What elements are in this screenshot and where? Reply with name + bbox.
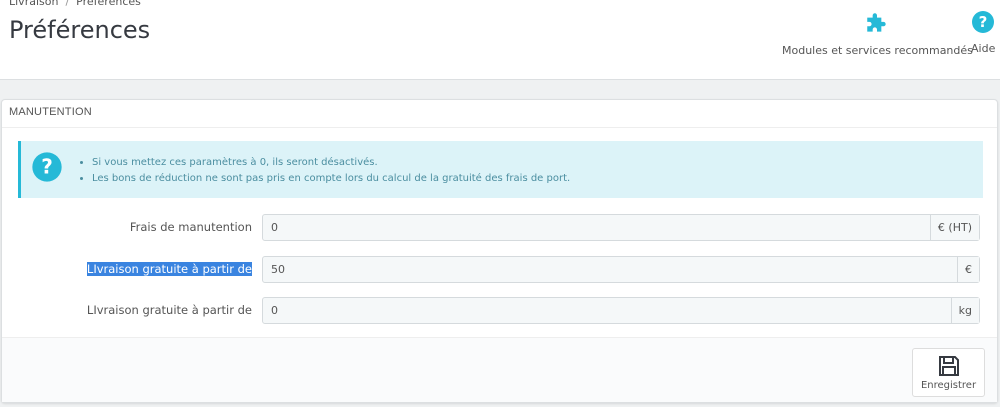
handling-fee-input[interactable]: [263, 215, 930, 240]
panel-title: Manutention: [2, 100, 997, 128]
svg-text:?: ?: [979, 13, 988, 31]
breadcrumb: Livraison / Préférences: [9, 0, 141, 8]
save-label: Enregistrer: [920, 380, 977, 391]
field-label: LIvraison gratuite à partir de: [86, 303, 252, 317]
manutention-panel: Manutention ? Si vous mettez ces paramèt…: [1, 99, 998, 403]
breadcrumb-separator: /: [65, 0, 70, 8]
breadcrumb-current: Préférences: [76, 0, 141, 8]
weight-addon: kg: [950, 298, 979, 323]
page-title: Préférences: [9, 16, 151, 44]
help-button[interactable]: ? Aide: [971, 10, 995, 55]
help-label: Aide: [971, 42, 996, 55]
info-alert: ? Si vous mettez ces paramètres à 0, ils…: [18, 141, 983, 198]
free-shipping-weight-input[interactable]: [263, 298, 951, 323]
modules-label: Modules et services recommandés: [782, 44, 973, 57]
breadcrumb-parent[interactable]: Livraison: [9, 0, 58, 8]
puzzle-icon: [867, 13, 887, 32]
field-label: Frais de manutention: [129, 220, 252, 234]
field-row-free-shipping-price: LIvraison gratuite à partir de €: [2, 256, 999, 283]
free-shipping-price-input[interactable]: [263, 257, 957, 282]
currency-addon: € (HT): [929, 215, 979, 240]
field-label: LIvraison gratuite à partir de: [86, 262, 252, 276]
alert-item: Si vous mettez ces paramètres à 0, ils s…: [92, 155, 570, 171]
svg-text:?: ?: [41, 155, 53, 179]
floppy-disk-icon: [938, 356, 959, 376]
question-icon: ?: [32, 152, 62, 182]
page-header: Livraison / Préférences Préférences Module…: [0, 0, 1000, 80]
panel-footer: Enregistrer: [2, 337, 997, 402]
currency-addon: €: [957, 257, 979, 282]
alert-item: Les bons de réduction ne sont pas pris e…: [92, 171, 570, 187]
modules-button[interactable]: Modules et services recommandés: [782, 10, 973, 57]
field-row-free-shipping-weight: LIvraison gratuite à partir de kg: [2, 297, 999, 324]
save-button[interactable]: Enregistrer: [912, 348, 985, 397]
field-row-handling-fee: Frais de manutention € (HT): [2, 214, 999, 241]
help-icon: ?: [972, 11, 995, 33]
